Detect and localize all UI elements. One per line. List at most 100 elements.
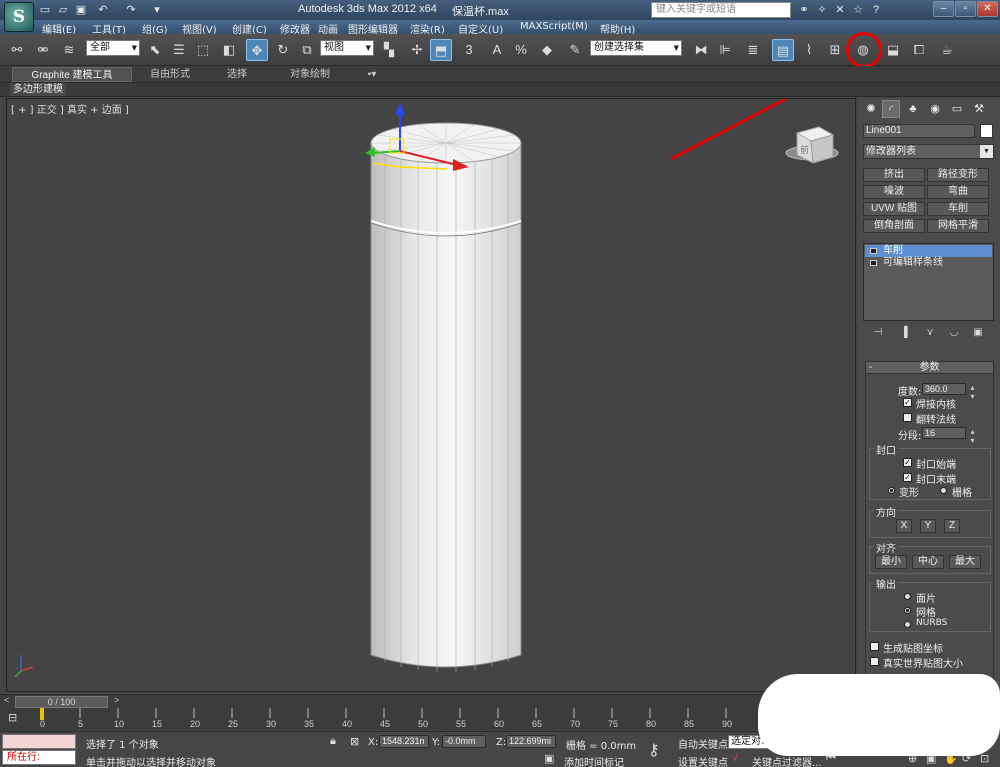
key-filter-icon[interactable]: √ <box>732 752 738 764</box>
rect-selection-icon[interactable]: ⬚ <box>192 39 214 61</box>
ribbon-options-icon[interactable]: ▪▾ <box>360 67 384 82</box>
stack-item-editable-spline[interactable]: 可编辑样条线 <box>865 257 992 269</box>
edit-named-sel-icon[interactable]: ✎ <box>564 39 586 61</box>
output-nurbs-radio[interactable] <box>904 621 911 628</box>
link-icon[interactable]: ⚯ <box>6 39 28 61</box>
path-deform-button[interactable]: 路径变形 <box>927 168 989 182</box>
pin-stack-icon[interactable]: ⊣ <box>870 326 886 340</box>
close-x-icon[interactable]: ✕ <box>833 3 847 17</box>
object-color-swatch[interactable] <box>980 124 993 138</box>
star-icon[interactable]: ☆ <box>851 3 865 17</box>
graphite-toggle-icon[interactable]: ▤ <box>772 39 794 61</box>
degrees-spinner[interactable]: 360.0 <box>922 383 975 401</box>
make-unique-icon[interactable]: ⋎ <box>922 326 938 340</box>
select-by-name-icon[interactable]: ☰ <box>168 39 190 61</box>
axis-x-button[interactable]: X <box>896 519 912 533</box>
minimize-button[interactable]: – <box>933 1 954 17</box>
next-frame-icon[interactable]: > <box>114 695 119 705</box>
key-icon[interactable]: ⚷ <box>648 740 660 760</box>
render-teapot-icon[interactable]: ☕ <box>936 39 958 61</box>
show-end-result-icon[interactable]: ▐ <box>896 326 912 340</box>
cap-start-checkbox[interactable]: ✓ <box>903 458 912 467</box>
utilities-tab-icon[interactable]: ⚒ <box>970 100 988 118</box>
axis-z-button[interactable]: Z <box>944 519 960 533</box>
redo-icon[interactable]: ↷ <box>124 3 138 17</box>
time-tag-icon[interactable]: ▣ <box>544 752 554 765</box>
expand-icon[interactable] <box>870 260 877 266</box>
object-name-field[interactable]: Line001 <box>863 124 975 138</box>
reference-coord-dropdown[interactable]: 视图 <box>320 40 374 56</box>
output-patch-radio[interactable] <box>904 593 911 600</box>
perspective-viewport[interactable]: [ + ] 正交 ] 真实 + 边面 ] Z 前 <box>6 98 856 692</box>
align-min-button[interactable]: 最小 <box>875 555 907 569</box>
cap-end-checkbox[interactable]: ✓ <box>903 473 912 482</box>
mirror-icon[interactable]: ⧓ <box>690 39 712 61</box>
spinner-snap-icon[interactable]: ◆ <box>536 39 558 61</box>
schematic-view-icon[interactable]: ⊞ <box>824 39 846 61</box>
maximize-viewport-icon[interactable]: ⊡ <box>980 752 989 765</box>
extrude-button[interactable]: 挤出 <box>863 168 925 182</box>
set-key-button[interactable]: 设置关键点 <box>678 754 728 767</box>
align-max-button[interactable]: 最大 <box>949 555 981 569</box>
percent-snap-icon[interactable]: % <box>510 39 532 61</box>
select-move-icon[interactable]: ✥ <box>246 39 268 61</box>
menu-maxscript[interactable]: MAXScript(M) <box>520 21 588 32</box>
close-button[interactable]: ✕ <box>977 1 998 17</box>
binoculars-icon[interactable]: ⚭ <box>797 3 811 17</box>
hierarchy-tab-icon[interactable]: ♣ <box>904 100 922 118</box>
display-tab-icon[interactable]: ▭ <box>948 100 966 118</box>
bevel-profile-button[interactable]: 倒角剖面 <box>863 219 925 233</box>
curve-editor-icon[interactable]: ⌇ <box>798 39 820 61</box>
z-coordinate-field[interactable]: 122.699mi <box>506 735 556 748</box>
tab-object-paint[interactable]: 对象绘制 <box>280 67 340 82</box>
real-world-map-checkbox[interactable] <box>870 657 879 666</box>
window-crossing-icon[interactable]: ◧ <box>218 39 240 61</box>
tab-freeform[interactable]: 自由形式 <box>140 67 200 82</box>
create-tab-icon[interactable]: ✺ <box>862 100 880 118</box>
grid-radio[interactable] <box>940 487 947 494</box>
app-logo-icon[interactable]: S <box>4 2 34 32</box>
manipulate-icon[interactable]: ✢ <box>406 39 428 61</box>
y-coordinate-field[interactable]: -0.0mm <box>442 735 486 748</box>
add-time-tag[interactable]: 添加时间标记 <box>564 754 624 767</box>
new-file-icon[interactable]: ▭ <box>38 3 52 17</box>
align-center-button[interactable]: 中心 <box>912 555 944 569</box>
absolute-mode-icon[interactable]: ⊠ <box>350 735 359 748</box>
select-object-icon[interactable]: ⬉ <box>144 39 166 61</box>
render-setup-icon[interactable]: ⬓ <box>882 39 904 61</box>
maxscript-mini-listener[interactable]: 所在行: <box>2 750 76 765</box>
align-icon[interactable]: ⊫ <box>714 39 736 61</box>
output-mesh-radio[interactable] <box>904 607 911 614</box>
modify-tab-icon[interactable]: ◜ <box>882 100 900 118</box>
uvw-map-button[interactable]: UVW 贴图 <box>863 202 925 216</box>
weld-core-checkbox[interactable]: ✓ <box>903 398 912 407</box>
snap-toggle-icon[interactable]: 3 <box>458 39 480 61</box>
meshsmooth-button[interactable]: 网格平滑 <box>927 219 989 233</box>
prev-frame-icon[interactable]: < <box>4 695 9 705</box>
search-input[interactable]: 键入关键字或短语 <box>651 2 791 18</box>
segments-spinner[interactable]: 16 <box>922 427 975 445</box>
tab-graphite-modeling[interactable]: Graphite 建模工具 <box>12 67 132 82</box>
dropdown-arrow-icon[interactable]: ▾ <box>150 3 164 17</box>
axis-y-button[interactable]: Y <box>920 519 936 533</box>
flip-normals-checkbox[interactable] <box>903 413 912 422</box>
help-icon[interactable]: ? <box>869 3 883 17</box>
angle-snap-icon[interactable]: A <box>486 39 508 61</box>
unlink-icon[interactable]: ⚮ <box>32 39 54 61</box>
tools-icon[interactable]: ✧ <box>815 3 829 17</box>
select-scale-icon[interactable]: ⧉ <box>296 39 318 61</box>
parameters-rollout-header[interactable]: - 参数 <box>865 361 994 374</box>
tab-selection[interactable]: 选择 <box>212 67 262 82</box>
stack-item-lathe[interactable]: 车削 <box>865 245 992 257</box>
undo-icon[interactable]: ↶ <box>96 3 110 17</box>
configure-sets-icon[interactable]: ▣ <box>970 326 986 340</box>
maximize-button[interactable]: ▫ <box>955 1 976 17</box>
mini-curve-editor-icon[interactable]: ⊟ <box>8 711 17 724</box>
keyboard-shortcut-icon[interactable]: ⬒ <box>430 39 452 61</box>
ribbon-panel-label[interactable]: 多边形建模 <box>10 83 66 96</box>
lock-icon[interactable]: 🔒︎ <box>330 735 336 748</box>
lathe-button[interactable]: 车削 <box>927 202 989 216</box>
named-selection-dropdown[interactable]: 创建选择集 <box>590 40 682 56</box>
auto-key-button[interactable]: 自动关键点 <box>678 736 728 751</box>
bend-button[interactable]: 弯曲 <box>927 185 989 199</box>
